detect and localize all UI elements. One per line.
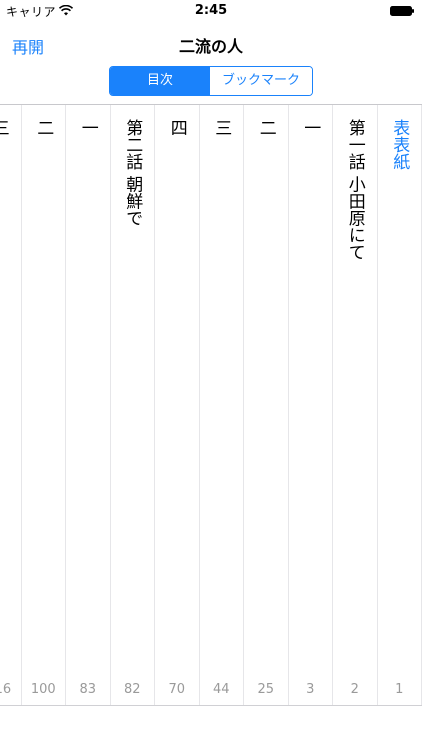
toc-entry-title: 表表紙 (389, 119, 410, 170)
toc-entry-page: 82 (123, 682, 141, 697)
toc-entry[interactable]: 三 116 (0, 105, 22, 705)
table-of-contents: 表表紙 1 第一話 小田原にて 2 一 3 二 25 三 44 四 70 第二話 朝鮮で 82 一 83 二 10… (0, 105, 422, 705)
status-time: 2:45 (194, 3, 228, 18)
toc-entry[interactable]: 表表紙 1 (378, 105, 422, 705)
toc-entry-page: 3 (306, 682, 315, 697)
status-bar: キャリア 2:45 (0, 0, 422, 22)
battery-icon (390, 6, 414, 16)
toc-entry-page: 100 (30, 682, 56, 697)
toc-entry[interactable]: 一 83 (66, 105, 111, 705)
toc-entry-title: 二 (255, 119, 276, 136)
toc-entry-title: 一 (77, 119, 98, 136)
segment-bookmarks[interactable]: ブックマーク (210, 67, 312, 95)
toc-entry[interactable]: 第一話 小田原にて 2 (333, 105, 378, 705)
toc-entry-title: 一 (300, 119, 321, 136)
toc-entry-page: 1 (395, 682, 404, 697)
toc-entry-page: 83 (79, 682, 97, 697)
screen: キャリア 2:45 再開 二流の人 目次 ブックマーク 表表紙 1 第一話 小田原に… (0, 0, 422, 750)
book-title: 二流の人 (178, 37, 243, 56)
toc-entry-title: 四 (166, 119, 187, 136)
toc-entry-page: 44 (212, 682, 230, 697)
toc-entry-title: 第二話 朝鮮で (122, 119, 143, 227)
toc-entry-title: 三 (0, 119, 9, 136)
toc-entry[interactable]: 第二話 朝鮮で 82 (111, 105, 155, 705)
navigation-bar: 再開 二流の人 (0, 22, 422, 66)
toc-entry-page: 70 (168, 682, 186, 697)
segmented-control: 目次 ブックマーク (109, 66, 313, 96)
toc-entry[interactable]: 三 44 (200, 105, 244, 705)
toc-entry[interactable]: 二 100 (22, 105, 66, 705)
toc-entry[interactable]: 四 70 (155, 105, 200, 705)
toc-entry[interactable]: 二 25 (244, 105, 289, 705)
toc-entry-page: 25 (257, 682, 275, 697)
toc-entry-title: 三 (211, 119, 232, 136)
toc-entry[interactable]: 一3 (289, 105, 333, 705)
toc-entry-page: 2 (350, 682, 359, 697)
footer-divider (0, 705, 422, 706)
toc-entry-page: 116 (0, 682, 12, 697)
segment-toc[interactable]: 目次 (110, 67, 210, 95)
toc-entry-title: 第一話 小田原にて (344, 119, 365, 261)
toc-entry-title: 二 (33, 119, 54, 136)
